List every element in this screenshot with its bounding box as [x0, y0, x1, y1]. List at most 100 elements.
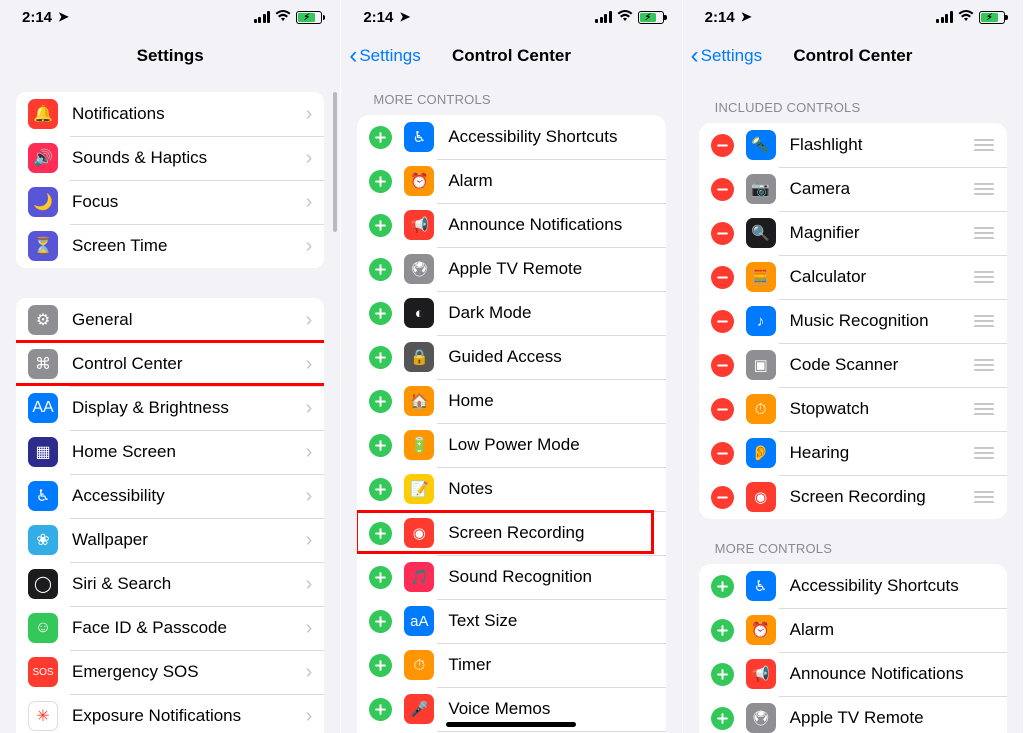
back-button[interactable]: ‹ Settings [349, 44, 420, 68]
settings-row-exposure-notifications[interactable]: ✳︎Exposure Notifications› [16, 694, 324, 733]
drag-handle-icon[interactable] [973, 359, 995, 371]
control-row-apple-tv-remote[interactable]: 🖲Apple TV Remote [699, 696, 1007, 733]
add-button[interactable] [711, 575, 734, 598]
control-row-code-scanner[interactable]: ▣Code Scanner [699, 343, 1007, 387]
settings-row-screen-time[interactable]: ⏳Screen Time› [16, 224, 324, 268]
add-button[interactable] [369, 126, 392, 149]
row-label: Exposure Notifications [72, 706, 306, 726]
remove-button[interactable] [711, 354, 734, 377]
drag-handle-icon[interactable] [973, 315, 995, 327]
row-label: Camera [790, 179, 973, 199]
add-button[interactable] [369, 522, 392, 545]
faceid-icon: ☺ [28, 613, 58, 643]
chevron-right-icon: › [306, 235, 313, 258]
settings-row-notifications[interactable]: 🔔Notifications› [16, 92, 324, 136]
settings-row-accessibility[interactable]: ♿︎Accessibility› [16, 474, 324, 518]
row-label: Screen Recording [448, 523, 653, 543]
drag-handle-icon[interactable] [973, 227, 995, 239]
control-row-guided-access[interactable]: 🔒Guided Access [357, 335, 665, 379]
settings-row-emergency-sos[interactable]: SOSEmergency SOS› [16, 650, 324, 694]
scroll-indicator[interactable] [333, 92, 337, 232]
announce-icon: 📢 [746, 659, 776, 689]
add-button[interactable] [369, 566, 392, 589]
voicememo-icon: 🎤 [404, 694, 434, 724]
add-button[interactable] [369, 478, 392, 501]
remove-button[interactable] [711, 486, 734, 509]
settings-row-wallpaper[interactable]: ❀Wallpaper› [16, 518, 324, 562]
row-label: Announce Notifications [448, 215, 653, 235]
row-label: Emergency SOS [72, 662, 306, 682]
back-button[interactable]: ‹ Settings [691, 44, 762, 68]
add-button[interactable] [369, 346, 392, 369]
control-row-stopwatch[interactable]: ⏱Stopwatch [699, 387, 1007, 431]
row-label: Guided Access [448, 347, 653, 367]
control-row-alarm[interactable]: ⏰Alarm [699, 608, 1007, 652]
control-row-magnifier[interactable]: 🔍Magnifier [699, 211, 1007, 255]
control-row-accessibility-shortcuts[interactable]: ♿︎Accessibility Shortcuts [699, 564, 1007, 608]
wallpaper-icon: ❀ [28, 525, 58, 555]
remove-button[interactable] [711, 178, 734, 201]
drag-handle-icon[interactable] [973, 447, 995, 459]
back-label: Settings [701, 46, 762, 66]
add-button[interactable] [711, 707, 734, 730]
settings-group-notifications: 🔔Notifications›🔊Sounds & Haptics›🌙Focus›… [16, 92, 324, 268]
control-row-dark-mode[interactable]: ◐Dark Mode [357, 291, 665, 335]
drag-handle-icon[interactable] [973, 491, 995, 503]
page-title: Settings [0, 46, 340, 66]
settings-row-display-brightness[interactable]: AADisplay & Brightness› [16, 386, 324, 430]
settings-row-control-center[interactable]: ⌘Control Center› [16, 342, 324, 386]
add-button[interactable] [369, 390, 392, 413]
control-row-home[interactable]: 🏠Home [357, 379, 665, 423]
remove-button[interactable] [711, 222, 734, 245]
add-button[interactable] [711, 619, 734, 642]
control-row-alarm[interactable]: ⏰Alarm [357, 159, 665, 203]
row-label: Music Recognition [790, 311, 973, 331]
settings-row-home-screen[interactable]: ▦Home Screen› [16, 430, 324, 474]
section-header-more: MORE CONTROLS [683, 519, 1023, 564]
control-row-camera[interactable]: 📷Camera [699, 167, 1007, 211]
control-row-screen-recording[interactable]: ◉Screen Recording [357, 511, 665, 555]
control-row-music-recognition[interactable]: ♪Music Recognition [699, 299, 1007, 343]
drag-handle-icon[interactable] [973, 183, 995, 195]
control-row-flashlight[interactable]: 🔦Flashlight [699, 123, 1007, 167]
settings-row-general[interactable]: ⚙General› [16, 298, 324, 342]
drag-handle-icon[interactable] [973, 139, 995, 151]
add-button[interactable] [369, 698, 392, 721]
remove-button[interactable] [711, 310, 734, 333]
add-button[interactable] [369, 610, 392, 633]
control-row-calculator[interactable]: 🧮Calculator [699, 255, 1007, 299]
drag-handle-icon[interactable] [973, 403, 995, 415]
add-button[interactable] [369, 654, 392, 677]
settings-row-siri-search[interactable]: ◯Siri & Search› [16, 562, 324, 606]
drag-handle-icon[interactable] [973, 271, 995, 283]
remove-button[interactable] [711, 398, 734, 421]
control-row-screen-recording[interactable]: ◉Screen Recording [699, 475, 1007, 519]
add-button[interactable] [369, 214, 392, 237]
add-button[interactable] [369, 434, 392, 457]
control-row-low-power-mode[interactable]: 🔋Low Power Mode [357, 423, 665, 467]
control-row-accessibility-shortcuts[interactable]: ♿︎Accessibility Shortcuts [357, 115, 665, 159]
control-row-timer[interactable]: ⏱Timer [357, 643, 665, 687]
control-row-hearing[interactable]: 👂Hearing [699, 431, 1007, 475]
control-row-apple-tv-remote[interactable]: 🖲Apple TV Remote [357, 247, 665, 291]
add-button[interactable] [369, 170, 392, 193]
control-row-announce-notifications[interactable]: 📢Announce Notifications [357, 203, 665, 247]
control-row-announce-notifications[interactable]: 📢Announce Notifications [699, 652, 1007, 696]
home-indicator[interactable] [446, 722, 576, 727]
control-row-text-size[interactable]: aAText Size [357, 599, 665, 643]
row-label: Hearing [790, 443, 973, 463]
remove-button[interactable] [711, 442, 734, 465]
add-button[interactable] [369, 302, 392, 325]
add-button[interactable] [369, 258, 392, 281]
settings-row-sounds-haptics[interactable]: 🔊Sounds & Haptics› [16, 136, 324, 180]
lowpower-icon: 🔋 [404, 430, 434, 460]
settings-row-face-id-passcode[interactable]: ☺Face ID & Passcode› [16, 606, 324, 650]
settings-row-focus[interactable]: 🌙Focus› [16, 180, 324, 224]
remove-button[interactable] [711, 266, 734, 289]
add-button[interactable] [711, 663, 734, 686]
screentime-icon: ⏳ [28, 231, 58, 261]
control-row-notes[interactable]: 📝Notes [357, 467, 665, 511]
control-row-sound-recognition[interactable]: 🎵Sound Recognition [357, 555, 665, 599]
wifi-icon [275, 10, 291, 25]
remove-button[interactable] [711, 134, 734, 157]
